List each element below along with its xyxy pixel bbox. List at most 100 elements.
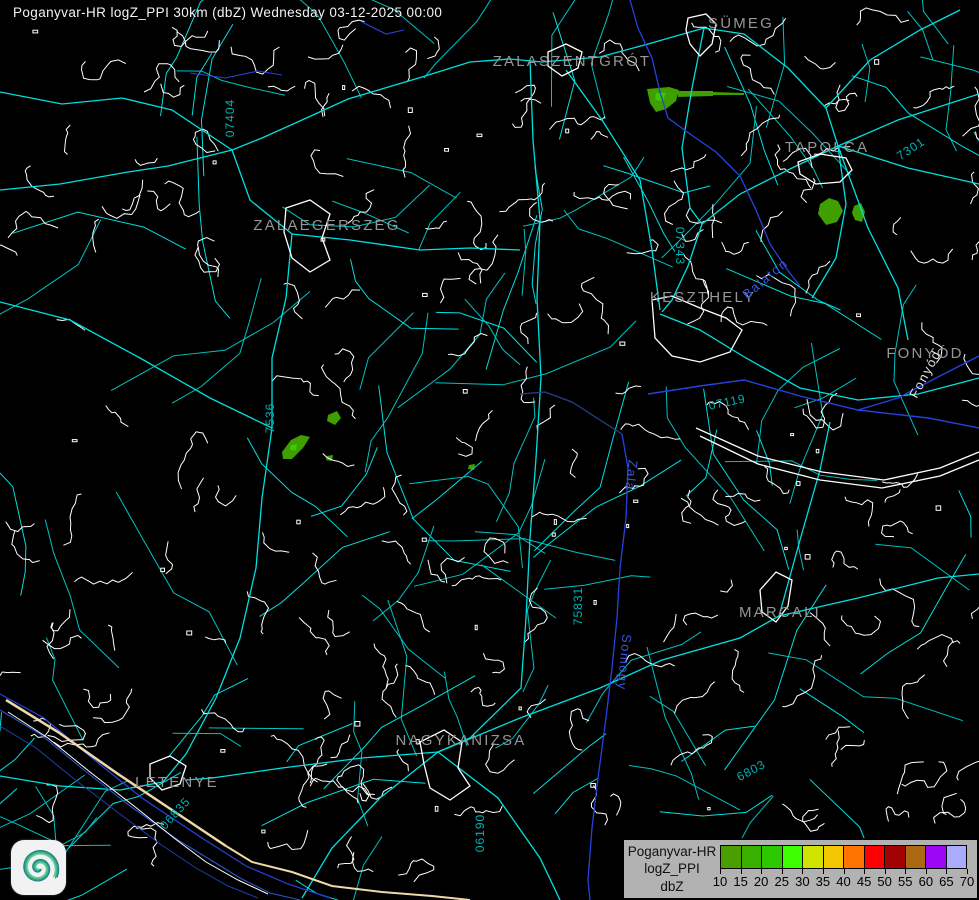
legend-tick-label: 55	[898, 874, 912, 889]
village-outline	[841, 740, 865, 750]
village-outline	[310, 737, 324, 783]
map-speck	[435, 806, 438, 811]
map-speck	[297, 520, 300, 524]
village-outline	[452, 576, 501, 586]
village-outline	[328, 610, 350, 636]
legend-cell	[783, 846, 804, 868]
village-outline	[741, 55, 774, 95]
minor-road	[168, 678, 248, 757]
major-road	[0, 302, 272, 428]
village-outline	[335, 349, 354, 382]
legend-tick-label: 10	[713, 874, 727, 889]
map-speck	[475, 625, 477, 629]
village-outline	[627, 240, 659, 254]
legend-cell	[947, 846, 967, 868]
radar-echo	[678, 91, 713, 97]
product-title: Poganyvar-HR logZ_PPI 30km (dbZ) Wednesd…	[13, 5, 442, 20]
legend-tick-label: 70	[960, 874, 974, 889]
map-speck	[519, 707, 521, 710]
minor-road	[419, 192, 461, 249]
minor-road	[917, 0, 949, 44]
village-outline	[683, 613, 718, 625]
city-label: LETENYE	[135, 774, 219, 791]
major-road	[566, 70, 660, 310]
village-outline	[268, 830, 308, 849]
village-outline	[570, 449, 577, 478]
legend-tick-label: 35	[816, 874, 830, 889]
village-outline	[471, 687, 496, 706]
minor-road	[0, 738, 35, 807]
village-outline	[911, 249, 953, 263]
minor-road	[262, 779, 426, 825]
minor-road	[650, 696, 706, 765]
village-outline	[262, 532, 289, 552]
village-outline	[299, 618, 329, 655]
minor-road	[373, 526, 434, 621]
minor-road	[534, 382, 628, 551]
village-outline	[36, 785, 57, 823]
village-outline	[664, 614, 677, 642]
city-label: ZALAEGERSZEG	[253, 217, 400, 234]
minor-road	[587, 632, 701, 723]
village-outline	[782, 804, 817, 822]
legend-unit-label: dbZ	[660, 878, 683, 896]
village-outline	[972, 240, 979, 260]
map-speck	[262, 830, 265, 833]
village-outline	[74, 572, 132, 584]
city-label: MARCALI	[739, 604, 821, 621]
village-outline	[0, 245, 17, 260]
village-outline	[198, 238, 219, 278]
village-outline	[194, 478, 204, 512]
village-outline	[893, 217, 901, 235]
minor-road	[111, 291, 310, 390]
legend-tick-label: 20	[754, 874, 768, 889]
road-number-label: 07404	[223, 99, 237, 137]
village-outline	[374, 644, 388, 689]
village-outline	[971, 592, 979, 619]
city-label: ZALASZENTGRÓT	[493, 53, 652, 70]
village-outline	[942, 793, 957, 814]
map-speck	[213, 161, 216, 164]
village-outline	[340, 487, 385, 515]
radar-viewer: ZALASZENTGRÓTSÜMEGTAPOLCAZALAEGERSZEGKES…	[0, 0, 979, 900]
legend-cell	[865, 846, 886, 868]
village-outline	[484, 538, 508, 563]
major-road	[779, 422, 830, 616]
minor-road	[45, 520, 119, 668]
village-outline	[934, 799, 966, 823]
major-road	[0, 59, 542, 190]
app-logo-button[interactable]	[11, 840, 66, 895]
legend-tick-label: 30	[795, 874, 809, 889]
map-speck	[785, 547, 788, 549]
map-speck	[423, 293, 428, 296]
village-outline	[405, 666, 434, 695]
minor-road	[0, 458, 26, 596]
village-outline	[323, 691, 341, 719]
minor-road	[287, 724, 353, 762]
road-number-label: 6803	[734, 757, 768, 784]
village-outline	[122, 180, 143, 211]
village-outline	[604, 184, 628, 209]
minor-road	[553, 12, 575, 139]
village-outline	[569, 709, 589, 750]
minor-road	[629, 766, 740, 810]
village-outline	[832, 551, 858, 569]
village-outline	[135, 158, 157, 165]
radar-echo	[713, 92, 744, 95]
village-outline	[458, 253, 482, 284]
major-road	[186, 752, 438, 780]
minor-road	[852, 76, 979, 178]
village-outline	[515, 85, 535, 101]
minor-road	[0, 712, 2, 763]
village-outline	[216, 485, 237, 506]
road-number-label: 07119	[707, 391, 747, 412]
village-outline	[397, 749, 409, 771]
minor-road	[862, 44, 870, 102]
village-outline	[106, 406, 129, 427]
minor-road	[465, 299, 520, 365]
legend-color-cells	[720, 845, 967, 869]
legend-cell	[906, 846, 927, 868]
legend-cell	[742, 846, 763, 868]
village-outline	[512, 99, 541, 127]
legend-cell	[762, 846, 783, 868]
